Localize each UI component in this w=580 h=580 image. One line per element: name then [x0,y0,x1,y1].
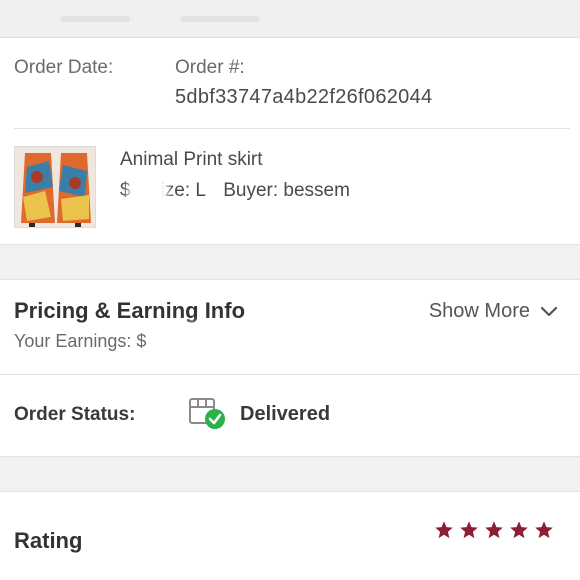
star-icon [535,521,553,539]
divider [14,128,570,129]
divider [0,374,580,375]
item-thumbnail[interactable] [14,146,96,228]
section-separator [0,456,580,492]
earnings-label: Your Earnings: $ [14,331,147,351]
section-separator [0,244,580,280]
pricing-title: Pricing & Earning Info [14,298,246,323]
show-more-label: Show More [428,300,530,322]
redacted-order-date [8,84,140,110]
order-number-value: 5dbf33747a4b22f26f062044 [175,86,433,108]
redacted-earnings [172,330,282,356]
item-buyer[interactable]: Buyer: bessem [223,180,350,201]
package-delivered-icon [188,395,228,431]
order-date-label: Order Date: [14,57,114,78]
faint-tab [60,16,130,22]
top-bar [0,0,580,38]
order-number-label: Order #: [175,57,245,78]
star-icon [510,521,528,539]
faint-tab [180,16,260,22]
star-icon [460,521,478,539]
redacted-price [134,178,162,204]
rating-stars [434,520,554,540]
show-more-button[interactable]: Show More [429,300,558,323]
star-icon [435,521,453,539]
chevron-down-icon [540,306,558,316]
rating-label: Rating [14,528,83,553]
order-status-label: Order Status: [14,404,136,425]
star-icon [485,521,503,539]
order-status-value: Delivered [240,403,331,425]
redacted-buyer [398,176,490,204]
item-title[interactable]: Animal Print skirt [120,149,263,171]
item-price: $ [120,180,131,201]
